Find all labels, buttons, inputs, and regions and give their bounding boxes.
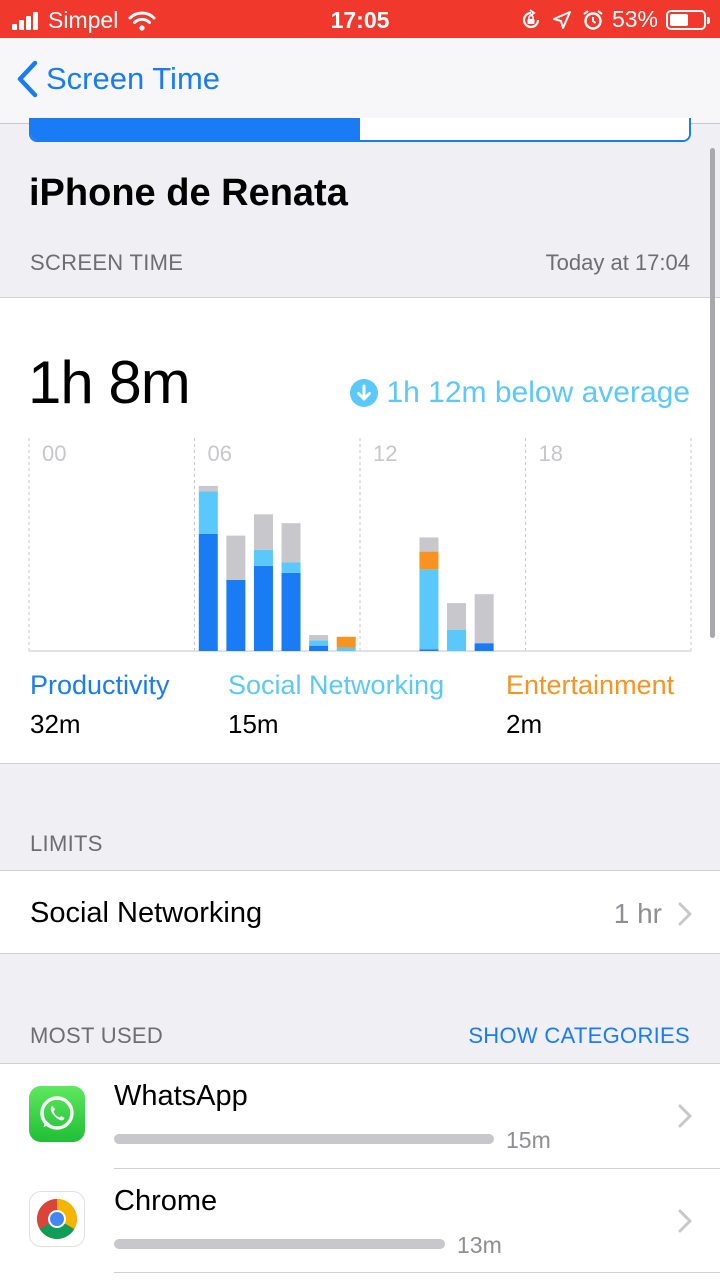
chart-bar-segment	[309, 640, 329, 646]
category-value: 2m	[506, 709, 543, 739]
scrollbar[interactable]	[710, 148, 715, 638]
chevron-right-icon	[678, 1209, 692, 1233]
chevron-left-icon	[17, 60, 38, 98]
limit-label: Social Networking	[30, 897, 263, 929]
show-categories-button[interactable]: SHOW CATEGORIES	[468, 1023, 690, 1049]
whatsapp-icon	[29, 1086, 85, 1142]
chart-bar-segment	[447, 629, 467, 651]
navigation-bar: Screen Time	[0, 38, 720, 124]
chart-bar-segment	[419, 569, 439, 650]
app-time: 13m	[457, 1232, 502, 1258]
screen-time-updated: Today at 17:04	[545, 250, 690, 275]
category-productivity: Productivity 32m	[30, 670, 170, 740]
chevron-right-icon	[678, 1104, 692, 1128]
most-used-header: MOST USED	[30, 1023, 164, 1048]
device-name: iPhone de Renata	[29, 172, 348, 214]
chart-bar-segment	[253, 514, 273, 550]
chart-bar-segment	[309, 645, 329, 651]
chart-bar-segment	[253, 565, 273, 651]
chart-bar-segment	[253, 549, 273, 566]
chart-bar-segment	[281, 562, 301, 573]
app-name: Chrome	[114, 1185, 218, 1217]
status-right: 53%	[510, 6, 710, 33]
limits-header: LIMITS	[30, 831, 103, 856]
usage-chart: 00 06 12 18	[28, 438, 692, 652]
back-button[interactable]: Screen Time	[16, 60, 220, 98]
category-name: Social Networking	[228, 670, 445, 700]
segmented-control[interactable]	[29, 118, 691, 142]
usage-bar	[114, 1134, 494, 1144]
limit-row-social-networking[interactable]: Social Networking 1 hr	[0, 870, 720, 954]
location-icon	[552, 10, 571, 29]
chart-bar-segment	[419, 551, 439, 570]
usage-bar	[114, 1239, 445, 1249]
chart-bar-segment	[336, 636, 356, 648]
chart-bar-segment	[447, 603, 467, 630]
limit-value: 1 hr	[613, 898, 662, 929]
screen-time-card[interactable]: 1h 8m 1h 12m below average 00 06 12 18 Prod…	[0, 297, 720, 764]
app-row-whatsapp[interactable]: WhatsApp 15m	[0, 1064, 720, 1168]
app-row-chrome[interactable]: Chrome 13m	[0, 1169, 720, 1273]
battery-icon	[666, 9, 710, 30]
category-entertainment: Entertainment 2m	[506, 670, 674, 740]
chart-bar-segment	[419, 649, 439, 651]
chart-bar-segment	[309, 635, 329, 641]
chart-bar-segment	[419, 537, 439, 552]
category-name: Productivity	[30, 670, 170, 700]
chart-bar-segment	[198, 491, 218, 534]
limit-value-group: 1 hr	[614, 898, 692, 930]
segment-selected[interactable]	[31, 118, 360, 140]
category-value: 15m	[228, 709, 279, 739]
segment-unselected[interactable]	[360, 118, 689, 140]
category-name: Entertainment	[506, 670, 675, 700]
most-used-list: WhatsApp 15m Chrome 13m	[0, 1063, 720, 1280]
chart-bar-segment	[226, 580, 246, 651]
chart-bar-segment	[474, 643, 494, 651]
chart-bar-segment	[336, 647, 356, 651]
chart-tick-label: 18	[539, 441, 563, 466]
chart-bar-segment	[226, 535, 246, 580]
back-label: Screen Time	[46, 61, 221, 96]
chevron-right-icon	[678, 902, 692, 926]
separator	[114, 1272, 720, 1273]
chart-tick-label: 12	[373, 441, 397, 466]
alarm-icon	[583, 9, 603, 30]
category-social-networking: Social Networking 15m	[228, 670, 444, 740]
screen-time-header: SCREEN TIME	[30, 250, 184, 275]
chart-bar-segment	[198, 485, 218, 492]
app-time: 15m	[506, 1127, 551, 1153]
rotation-lock-icon	[522, 8, 540, 28]
category-value: 32m	[30, 709, 81, 739]
chart-tick-label: 00	[42, 441, 66, 466]
chart-bar-segment	[281, 523, 301, 563]
battery-percent: 53%	[611, 6, 658, 32]
chart-bar-segment	[474, 594, 494, 644]
chart-tick-label: 06	[208, 441, 232, 466]
chart-bar-segment	[281, 572, 301, 651]
status-bar: Simpel 17:05 53%	[0, 0, 720, 38]
chart-bar-segment	[198, 533, 218, 651]
app-name: WhatsApp	[114, 1080, 248, 1112]
category-legend: Productivity 32m Social Networking 15m E…	[0, 670, 720, 750]
chrome-icon	[29, 1191, 85, 1247]
